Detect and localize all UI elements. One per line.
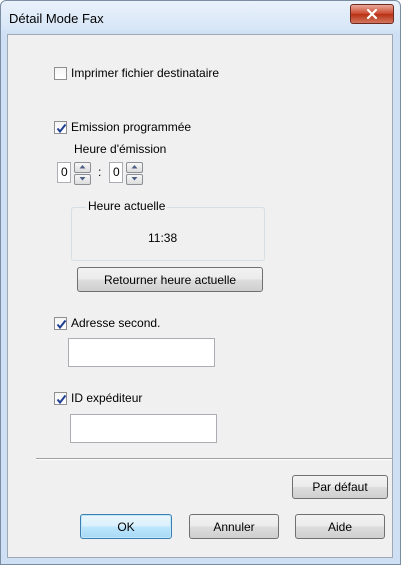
print-recipient-file-label[interactable]: Imprimer fichier destinataire	[71, 66, 219, 80]
hour-spinner[interactable]	[74, 162, 91, 185]
print-recipient-file-checkbox[interactable]	[54, 67, 67, 80]
current-time-value: 11:38	[148, 231, 178, 245]
arrow-up-icon	[79, 165, 86, 169]
hour-up-button[interactable]	[74, 162, 91, 173]
checkmark-icon	[56, 394, 67, 405]
time-separator: :	[98, 165, 102, 179]
send-time-label: Heure d'émission	[74, 142, 167, 156]
close-icon	[366, 9, 378, 19]
minute-value: 0	[113, 165, 120, 179]
scheduled-send-checkbox[interactable]	[54, 121, 67, 134]
current-time-group-title: Heure actuelle	[86, 199, 168, 213]
help-button[interactable]: Aide	[295, 514, 385, 539]
minute-field[interactable]: 0	[109, 162, 123, 183]
scheduled-send-label[interactable]: Emission programmée	[71, 120, 191, 134]
arrow-down-icon	[131, 177, 138, 181]
second-address-checkbox[interactable]	[54, 317, 67, 330]
checkmark-icon	[56, 319, 67, 330]
minute-up-button[interactable]	[126, 162, 143, 173]
checkmark-icon	[56, 123, 67, 134]
minute-down-button[interactable]	[126, 174, 143, 185]
window-title: Détail Mode Fax	[9, 11, 104, 26]
hour-field[interactable]: 0	[57, 162, 71, 183]
default-button[interactable]: Par défaut	[292, 475, 388, 499]
ok-button[interactable]: OK	[80, 514, 172, 539]
second-address-input[interactable]	[68, 338, 215, 367]
second-address-label[interactable]: Adresse second.	[71, 316, 160, 330]
sender-id-label[interactable]: ID expéditeur	[71, 391, 142, 405]
sender-id-checkbox[interactable]	[54, 392, 67, 405]
reset-current-time-button[interactable]: Retourner heure actuelle	[77, 267, 263, 292]
dialog-client-area: Imprimer fichier destinataire Emission p…	[7, 34, 393, 558]
title-bar[interactable]: Détail Mode Fax	[1, 1, 400, 35]
sender-id-input[interactable]	[70, 414, 217, 443]
arrow-up-icon	[131, 165, 138, 169]
minute-spinner[interactable]	[126, 162, 143, 185]
cancel-button[interactable]: Annuler	[189, 514, 279, 539]
separator	[36, 458, 392, 460]
close-button[interactable]	[350, 4, 394, 24]
hour-down-button[interactable]	[74, 174, 91, 185]
hour-value: 0	[61, 165, 68, 179]
arrow-down-icon	[79, 177, 86, 181]
